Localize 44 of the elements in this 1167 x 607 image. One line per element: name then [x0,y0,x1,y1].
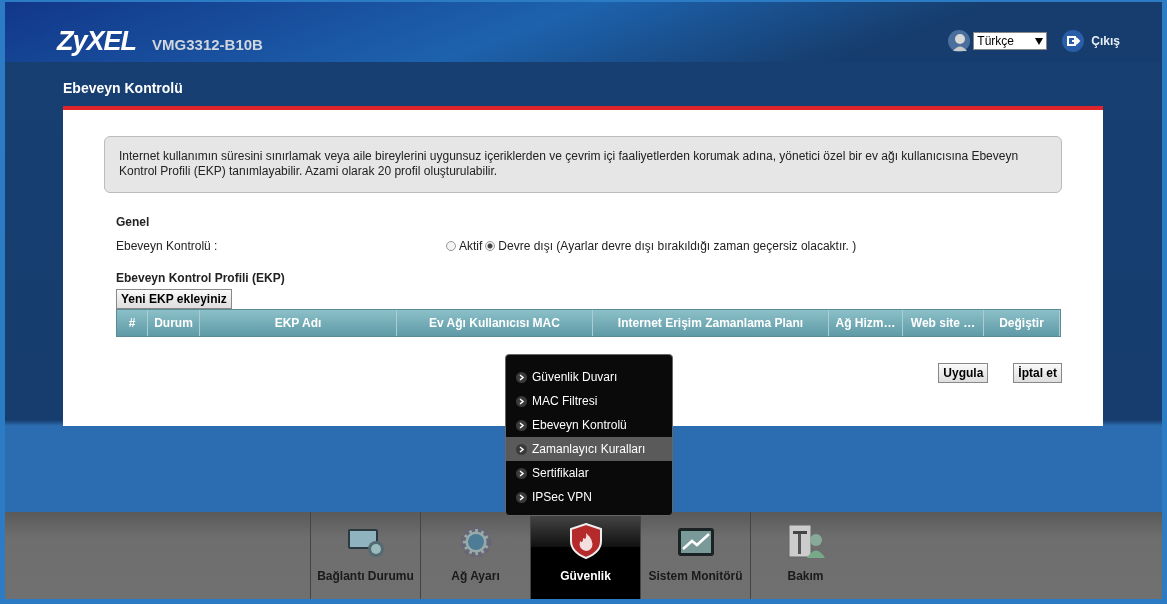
add-profile-button[interactable]: Yeni EKP ekleyiniz [116,289,232,309]
maintenance-icon [786,523,825,559]
chart-icon [676,527,715,559]
menu-item[interactable]: Sertifikalar [506,461,672,485]
model-name: VMG3312-B10B [152,35,263,53]
column-header: Ev Ağı Kullanıcısı MAC [397,310,593,336]
column-header: Durum [148,310,200,336]
language-select[interactable]: Türkçe [973,32,1048,50]
shield-icon [569,523,602,559]
menu-item[interactable]: Ebeveyn Kontrolü [506,413,672,437]
field-label: Ebeveyn Kontrolü : [116,239,219,253]
radio-button[interactable] [446,241,456,251]
info-text: Internet kullanımın süresini sınırlamak veya aile bireylerini uygunsuz içeriklerden ve çevrim içi faaliyetlerden korumak adına, yönetici özel bir ev ağı kullanıcısına Ebeveyn Kontrol Profili (EKP) tanımlayabilir. Azami olarak 20 profil oluşturulabilir. [119,149,1020,179]
chevron-icon [516,443,527,455]
user-icon [948,30,971,52]
page-title: Ebeveyn Kontrolü [62,79,184,98]
action-button[interactable]: Uygula [938,363,989,383]
gear-icon [458,525,493,559]
column-header: Ağ Hizm… [829,310,903,336]
column-header: Web site … [903,310,984,336]
menu-item[interactable]: Zamanlayıcı Kuralları [506,437,672,461]
chevron-icon [516,467,527,479]
radio-label: Devre dışı (Ayarlar devre dışı bırakıldığı zaman geçersiz olacaktır. ) [498,239,857,253]
monitor-icon [345,527,386,559]
column-header: Değiştir [984,310,1060,336]
menu-item[interactable]: IPSec VPN [506,485,672,509]
logout-icon[interactable] [1062,30,1085,52]
chevron-icon [516,371,527,383]
menu-item[interactable]: Güvenlik Duvarı [506,365,672,389]
logout-link[interactable]: Çıkış [1091,34,1120,48]
section-heading: Genel [116,215,151,229]
chevron-icon [516,491,527,503]
chevron-icon [516,419,527,431]
action-button[interactable]: İptal et [1013,363,1062,383]
column-header: # [117,310,148,336]
chevron-icon [516,395,527,407]
column-header: Internet Erişim Zamanlama Planı [593,310,829,336]
column-header: EKP Adı [200,310,397,336]
radio-button[interactable] [485,241,496,251]
menu-item[interactable]: MAC Filtresi [506,389,672,413]
logo: ZyXEL [57,25,137,57]
radio-label: Aktif [459,239,483,253]
dropdown-arrow-icon [1035,37,1044,45]
section-heading: Ebeveyn Kontrol Profili (EKP) [116,271,286,285]
